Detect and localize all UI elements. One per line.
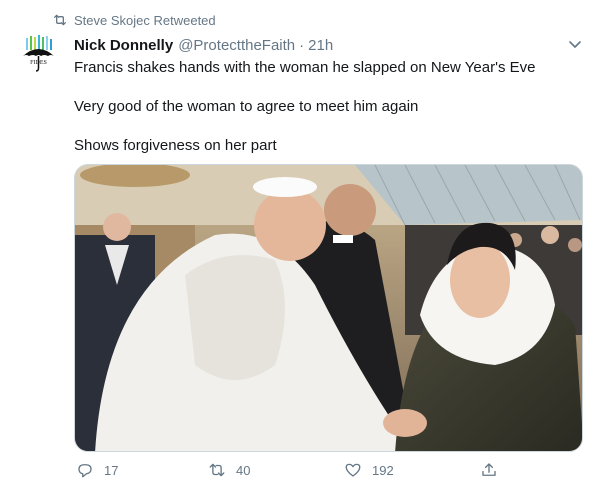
tweet-text-line: Very good of the woman to agree to meet … xyxy=(74,98,419,115)
retweet-banner-text: Steve Skojec Retweeted xyxy=(74,12,216,28)
tweet-photo[interactable] xyxy=(74,164,583,452)
chevron-down-icon[interactable] xyxy=(567,36,583,52)
reply-icon xyxy=(78,464,92,478)
retweet-count: 40 xyxy=(236,462,251,478)
retweet-banner[interactable]: Steve Skojec Retweeted xyxy=(52,11,216,29)
display-name[interactable]: Nick Donnelly xyxy=(74,37,173,54)
like-button[interactable]: 192 xyxy=(344,458,394,482)
umbrella-logo-icon: FIDES xyxy=(18,34,59,75)
tweet-actions: 17 40 192 xyxy=(74,458,583,482)
share-icon xyxy=(482,463,496,476)
like-count: 192 xyxy=(372,462,394,478)
reply-count: 17 xyxy=(104,462,119,478)
retweet-icon xyxy=(54,14,66,26)
tweet-timestamp[interactable]: 21h xyxy=(308,37,333,54)
avatar-label: FIDES xyxy=(30,60,47,66)
retweet-icon xyxy=(209,463,225,477)
tweet-text-line: Shows forgiveness on her part xyxy=(74,137,277,154)
tweet-text-line: Francis shakes hands with the woman he s… xyxy=(74,59,536,76)
header-separator: · xyxy=(299,36,305,54)
avatar[interactable]: FIDES xyxy=(18,34,59,75)
tweet-header: Nick Donnelly @ProtecttheFaith · 21h xyxy=(74,35,333,55)
photo-image xyxy=(75,165,582,451)
share-button[interactable] xyxy=(480,458,498,482)
retweet-button[interactable]: 40 xyxy=(208,458,250,482)
heart-icon xyxy=(345,463,361,477)
user-handle[interactable]: @ProtecttheFaith xyxy=(178,37,295,54)
reply-button[interactable]: 17 xyxy=(76,458,118,482)
